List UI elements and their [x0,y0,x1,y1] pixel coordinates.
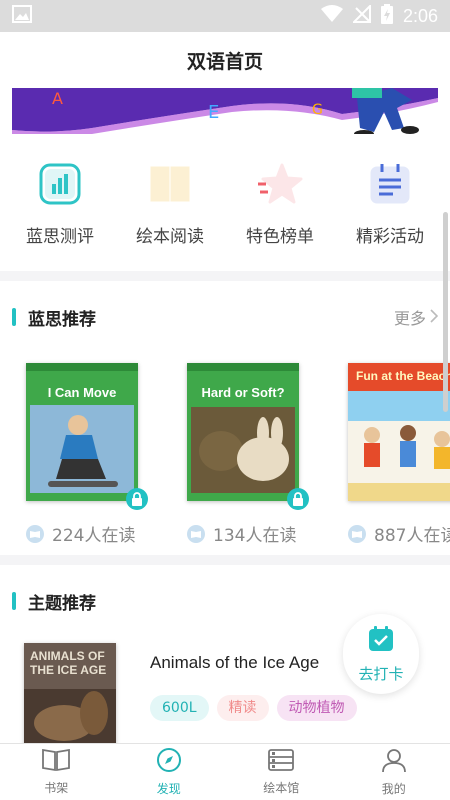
tag-list: 600L 精读 动物植物 [150,695,357,721]
open-book-icon [187,524,205,543]
chevron-right-icon [430,308,439,327]
quick-menu-label: 精彩活动 [356,227,424,247]
calendar-check-icon [367,625,395,657]
svg-text:G: G [312,102,323,118]
svg-text:A: A [52,89,63,108]
nav-discover[interactable]: 发现 [113,744,226,800]
topic-tag: 动物植物 [276,695,357,721]
section-divider [0,555,450,565]
library-icon [267,748,295,776]
quick-menu-label: 绘本阅读 [136,227,204,247]
reader-count-text: 224人在读 [52,526,136,546]
quick-menu-label: 蓝思测评 [26,227,94,247]
section-divider [0,271,450,281]
battery-charging-icon [380,4,393,28]
quick-menu-label: 特色榜单 [246,227,314,247]
theme-cover-text: ANIMALS OF THE ICE AGE [30,649,107,677]
no-signal-icon [351,3,371,27]
reader-count: 134人在读 [187,521,296,546]
quick-menu-picture-books[interactable]: 绘本阅读 [116,160,224,271]
compass-icon [156,747,182,777]
checkin-label: 去打卡 [358,664,404,683]
reader-count: 887人在读 [348,521,450,546]
book-carousel[interactable]: I Can Move 224人在读 Hard or Soft? 134人在读 F… [0,353,450,555]
book-title: Fun at the Beach [356,369,450,383]
section-title: 主题推荐 [28,593,96,614]
nav-library[interactable]: 绘本馆 [225,744,338,800]
section-header: 蓝思推荐 更多 [0,281,450,353]
quick-menu: 蓝思测评 绘本阅读 特色榜单 精彩活动 [0,146,450,271]
status-time: 2:06 [402,5,438,26]
accent-bar [12,308,16,326]
section-title-wrap: 蓝思推荐 [12,305,96,330]
close-reading-tag: 精读 [216,695,269,721]
page-title: 双语首页 [186,50,263,73]
lock-icon [126,488,148,510]
open-book-icon [348,524,366,543]
svg-text:E: E [208,102,219,123]
open-book-icon [26,524,44,543]
wifi-icon [320,5,343,27]
lock-icon [287,488,309,510]
lexile-recommend-section: 蓝思推荐 更多 I Can Move 224人在读 Hard or Soft? … [0,281,450,555]
lexile-level-tag: 600L [150,695,209,721]
status-right: 2:06 [320,3,438,28]
theme-book-title: Animals of the Ice Age [150,653,320,672]
status-bar: 2:06 [0,0,450,32]
app-header: 双语首页 [0,32,450,88]
checkin-button[interactable]: 去打卡 [343,614,419,694]
screen: 2:06 双语首页 A E G 蓝思测评 绘本阅读 特色榜单 精彩活动 蓝思推荐… [0,0,450,800]
more-label: 更多 [393,309,426,328]
section-title: 蓝思推荐 [28,309,96,330]
book-cover[interactable] [187,363,299,501]
scrollbar[interactable] [443,212,448,412]
status-left [12,5,32,27]
calendar-icon [366,160,414,208]
banner-image[interactable]: A E G [12,88,438,134]
theme-book-cover[interactable]: ANIMALS OF THE ICE AGE [24,643,116,743]
bookshelf-icon [41,748,71,776]
nav-label: 书架 [44,781,69,795]
quick-menu-rankings[interactable]: 特色榜单 [226,160,334,271]
book-title: I Can Move [47,385,117,400]
reader-count: 224人在读 [26,521,135,546]
chart-icon [36,160,84,208]
nav-label: 绘本馆 [263,781,300,795]
accent-bar [12,592,16,610]
nav-label: 我的 [381,782,406,796]
book-cover[interactable] [348,363,450,501]
quick-menu-lexile-test[interactable]: 蓝思测评 [6,160,114,271]
reader-count-text: 887人在读 [374,526,450,546]
nav-label: 发现 [156,782,181,796]
nav-profile[interactable]: 我的 [338,744,450,800]
quick-menu-activities[interactable]: 精彩活动 [336,160,444,271]
profile-icon [381,747,407,777]
book-cover[interactable] [26,363,138,501]
star-icon [256,160,304,208]
gallery-icon [12,5,32,27]
nav-bookshelf[interactable]: 书架 [0,744,113,800]
book-title: Hard or Soft? [201,385,285,400]
section-title-wrap: 主题推荐 [12,589,96,614]
more-button[interactable]: 更多 [393,305,439,329]
bottom-nav: 书架 发现 绘本馆 我的 [0,743,450,800]
banner-container: A E G [0,88,450,146]
reader-count-text: 134人在读 [213,526,297,546]
book-icon [146,160,194,208]
